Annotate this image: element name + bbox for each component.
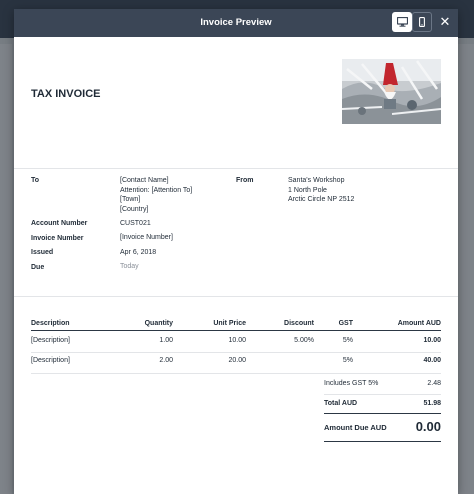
account-number-value: CUST021 xyxy=(120,220,151,227)
totals-divider xyxy=(324,394,441,395)
due-label: Due xyxy=(31,264,45,271)
amount-due-value: 0.00 xyxy=(415,419,441,434)
gst-included-value: 2.48 xyxy=(427,380,441,387)
total-label: Total AUD xyxy=(324,400,358,407)
company-logo-image xyxy=(342,59,441,124)
column-header-description: Description xyxy=(31,320,70,327)
section-divider xyxy=(14,296,458,297)
table-cell-quantity: 1.00 xyxy=(159,337,173,344)
table-cell-amount: 10.00 xyxy=(423,337,441,344)
from-line: 1 North Pole xyxy=(288,186,327,194)
mobile-icon xyxy=(419,17,425,27)
to-line: [Town] xyxy=(120,196,141,204)
document-title: TAX INVOICE xyxy=(31,88,101,100)
invoice-number-label: Invoice Number xyxy=(31,235,84,242)
totals-divider xyxy=(324,441,441,442)
issued-label: Issued xyxy=(31,249,54,256)
table-cell-gst: 5% xyxy=(342,337,353,344)
desktop-icon xyxy=(396,17,408,27)
from-label: From xyxy=(236,177,254,184)
table-cell-quantity: 2.00 xyxy=(159,357,173,364)
to-line: [Contact Name] xyxy=(120,177,169,184)
to-line: Attention: [Attention To] xyxy=(120,186,193,194)
column-header-unit-price: Unit Price xyxy=(213,320,246,327)
table-cell-unit-price: 20.00 xyxy=(228,357,246,364)
total-value: 51.98 xyxy=(423,400,441,407)
totals-divider xyxy=(324,413,441,414)
due-date: Today xyxy=(120,263,139,270)
table-cell-unit-price: 10.00 xyxy=(228,337,246,344)
table-header-rule xyxy=(31,330,441,331)
to-address: [Contact Name] Attention: [Attention To]… xyxy=(120,176,192,215)
issued-date: Apr 6, 2018 xyxy=(120,249,157,256)
from-line: Arctic Circle NP 2512 xyxy=(288,196,355,204)
invoice-number-value: [Invoice Number] xyxy=(120,234,173,241)
to-label: To xyxy=(31,177,40,184)
table-cell-description: [Description] xyxy=(31,357,70,364)
column-header-quantity: Quantity xyxy=(144,320,173,327)
from-address: Santa's Workshop 1 North Pole Arctic Cir… xyxy=(288,176,354,205)
desktop-view-button[interactable] xyxy=(392,12,412,32)
close-icon[interactable]: ✕ xyxy=(438,15,452,29)
table-cell-discount: 5.00% xyxy=(294,337,314,344)
column-header-discount: Discount xyxy=(284,320,314,327)
account-number-label: Account Number xyxy=(31,220,88,227)
modal-header: Invoice Preview ✕ xyxy=(14,9,458,37)
column-header-gst: GST xyxy=(338,320,353,327)
table-cell-gst: 5% xyxy=(342,357,353,364)
table-cell-amount: 40.00 xyxy=(423,357,441,364)
column-header-amount: Amount AUD xyxy=(397,320,441,327)
gst-included-label: Includes GST 5% xyxy=(324,380,379,387)
to-line: [Country] xyxy=(120,206,149,214)
mobile-view-button[interactable] xyxy=(412,12,432,32)
from-line: Santa's Workshop xyxy=(288,177,345,184)
section-divider xyxy=(14,168,458,169)
table-cell-description: [Description] xyxy=(31,337,70,344)
table-row-divider xyxy=(31,373,441,374)
invoice-preview-modal: Invoice Preview ✕ TAX INVOICE To [Contac… xyxy=(14,9,458,494)
table-row-divider xyxy=(31,352,441,353)
